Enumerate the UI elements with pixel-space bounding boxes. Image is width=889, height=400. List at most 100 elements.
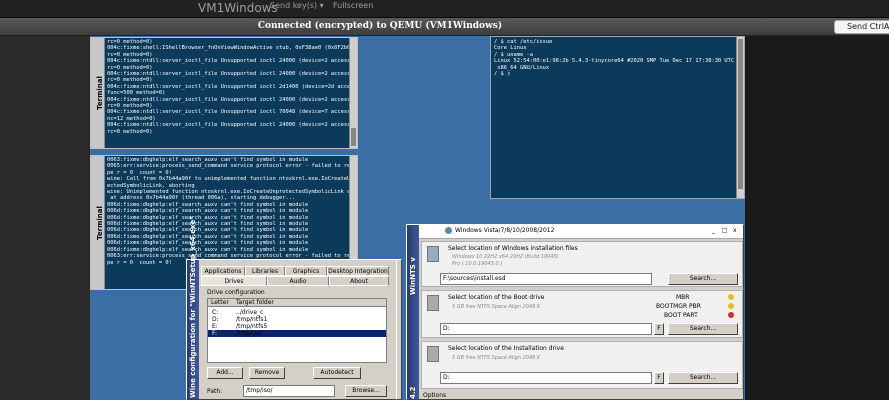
drive-row[interactable]: F: /tmp/iso/ xyxy=(208,330,386,337)
dialog-header-bar: Windows Vista/7/8/10/2008/2012 _ □ x xyxy=(419,225,743,239)
terminal-line: 004c:fixme:ntdll:server_ioctl_file Unsup… xyxy=(107,58,358,65)
install-files-build: Pro ( 10.0.19045.0 ) xyxy=(452,261,503,267)
navbar: VM1Windows Send key(s) ▾ Fullscreen xyxy=(0,0,889,18)
boot-drive-icon xyxy=(427,295,439,311)
installation-drive-format-button[interactable]: F xyxy=(654,372,664,384)
terminal-line: Linux 52:54:00:e1:98:2b 5.4.3-tinycore64… xyxy=(494,58,745,65)
drive-row[interactable]: D: /tmp/ntfs1 xyxy=(208,316,386,323)
chevron-down-icon: ▾ xyxy=(319,1,324,10)
install-files-label: Select location of Windows installation … xyxy=(448,245,578,252)
drive-target: /tmp/ntfs5 xyxy=(236,323,268,330)
close-button[interactable]: x xyxy=(733,227,737,234)
terminal-titlebar[interactable]: Terminal xyxy=(91,38,105,148)
installation-drive-info: 5 GB free NTFS Space Align 2048 K xyxy=(452,355,541,361)
path-label: Path: xyxy=(207,388,223,395)
drive-letter: C: xyxy=(212,309,219,316)
wine-config-titlebar[interactable]: Wine configuration for "WinNTSetup_x64.e… xyxy=(187,216,199,399)
brand-title[interactable]: VM1Windows xyxy=(198,0,278,16)
drive-config-label: Drive configuration xyxy=(207,289,265,296)
col-letter[interactable]: Letter xyxy=(211,299,229,306)
options-label: Options xyxy=(423,392,447,399)
bootpart-status-icon xyxy=(728,312,734,318)
boot-part-label: BOOT PART xyxy=(664,312,698,319)
tab-desktop-integration[interactable]: Desktop Integration xyxy=(327,266,389,276)
drive-row[interactable]: C: ../drive_c xyxy=(208,309,386,316)
winntsetup-version: 4.2 xyxy=(409,386,417,399)
send-keys-menu[interactable]: Send key(s) ▾ xyxy=(270,0,324,12)
boot-drive-search-button[interactable]: Search... xyxy=(668,323,738,335)
remote-desktop[interactable]: Terminal rc=0 method=0) 004c:fixme:shell:… xyxy=(90,36,889,400)
scrollbar-thumb[interactable] xyxy=(351,128,356,146)
terminal-line: 004c:fixme:ntdll:server_ioctl_file Unsup… xyxy=(107,109,358,116)
terminal-line: / $ ▯ xyxy=(494,71,511,78)
wine-config-edge xyxy=(396,259,402,400)
tab-libraries[interactable]: Libraries xyxy=(245,266,285,276)
mbr-label: MBR xyxy=(676,294,690,301)
wine-config-title: Wine configuration for "WinNTSetup_x64.e… xyxy=(189,216,197,398)
remove-drive-button[interactable]: Remove xyxy=(249,367,285,379)
fullscreen-link[interactable]: Fullscreen xyxy=(333,0,373,12)
boot-drive-info: 5 GB free NTFS Space Align 2048 K xyxy=(452,304,541,310)
install-disk-icon xyxy=(427,246,439,262)
maximize-button[interactable]: □ xyxy=(722,227,728,234)
drive-list[interactable]: Letter Target folder C: ../drive_c D: /tmp/… xyxy=(207,298,387,363)
install-files-input[interactable]: F:\sources\install.esd xyxy=(440,273,652,285)
drive-target: ../drive_c xyxy=(236,309,264,316)
installation-drive-icon xyxy=(427,346,439,362)
installation-drive-section: Select location of the Installation driv… xyxy=(421,341,743,389)
boot-drive-section: Select location of the Boot drive 5 GB f… xyxy=(421,290,743,338)
drive-letter: E: xyxy=(212,323,218,330)
boot-drive-input[interactable]: D: xyxy=(440,323,652,335)
terminal-line: wine: Call from 0x7b44a90f to unimplemen… xyxy=(107,176,358,183)
minimize-button[interactable]: _ xyxy=(712,227,715,234)
browse-button[interactable]: Browse... xyxy=(345,385,387,397)
autodetect-button[interactable]: Autodetect xyxy=(313,367,361,379)
connection-status-bar: Connected (encrypted) to QEMU (VM1Window… xyxy=(0,18,889,36)
windows-logo-icon xyxy=(445,227,452,234)
winntsetup-window[interactable]: WinNTS v 4.2 Windows Vista/7/8/10/2008/2… xyxy=(406,224,744,400)
mbr-status-icon xyxy=(728,294,734,300)
terminal-output: rc=0 method=0) 004c:fixme:shell:IShellBro… xyxy=(107,39,358,135)
bootmgr-status-icon xyxy=(728,303,734,309)
boot-drive-format-button[interactable]: F xyxy=(654,323,664,335)
terminal-line: rc=0 method=0) xyxy=(107,128,153,135)
add-drive-button[interactable]: Add... xyxy=(207,367,243,379)
terminal-line: 0065:err:service:process_send_command se… xyxy=(107,163,358,170)
path-input[interactable]: /tmp/iso/ xyxy=(243,385,335,397)
send-ctrl-alt-del-button[interactable]: Send CtrlAl xyxy=(834,20,889,34)
terminal-title: Terminal xyxy=(96,205,104,240)
terminal-titlebar[interactable]: Terminal xyxy=(91,156,105,289)
install-files-search-button[interactable]: Search... xyxy=(668,273,738,285)
drive-target: /tmp/iso/ xyxy=(236,330,263,337)
winntsetup-title-partial: WinNTS v xyxy=(409,257,417,295)
terminal-title: Terminal xyxy=(96,76,104,110)
drive-letter: F: xyxy=(212,330,218,337)
tab-applications[interactable]: Applications xyxy=(201,266,245,276)
terminal-window-1[interactable]: Terminal rc=0 method=0) 004c:fixme:shell:… xyxy=(90,37,358,149)
terminal-output: / $ cat /etc/issue Core Linux / $ uname -a… xyxy=(494,39,745,78)
send-keys-label: Send key(s) xyxy=(270,1,318,10)
col-target-folder[interactable]: Target folder xyxy=(236,299,274,306)
terminal-line: 004c:fixme:shell:IShellBrowser_fnOnViewW… xyxy=(107,45,354,52)
tab-drives[interactable]: Drives xyxy=(201,276,267,286)
dialog-header-title: Windows Vista/7/8/10/2008/2012 xyxy=(455,227,555,234)
bootmgr-pbr-label: BOOTMGR PBR xyxy=(656,303,701,310)
drive-target: /tmp/ntfs1 xyxy=(236,316,268,323)
terminal-window-3[interactable]: / $ cat /etc/issue Core Linux / $ uname -a… xyxy=(490,36,745,199)
installation-drive-label: Select location of the Installation driv… xyxy=(448,345,564,352)
terminal-scrollbar[interactable] xyxy=(736,37,744,198)
installation-drive-search-button[interactable]: Search... xyxy=(668,372,738,384)
install-files-edition: Windows 10 22H2 x64 20H2 (Build 19045) xyxy=(452,254,559,260)
terminal-scrollbar[interactable] xyxy=(349,38,357,148)
winntsetup-titlebar[interactable]: WinNTS v 4.2 xyxy=(407,225,419,399)
drive-letter: D: xyxy=(212,316,219,323)
installation-drive-input[interactable]: D: xyxy=(440,372,652,384)
screen-dark-area xyxy=(745,36,889,400)
drive-row[interactable]: E: /tmp/ntfs5 xyxy=(208,323,386,330)
wine-config-dialog[interactable]: Wine configuration for "WinNTSetup_x64.e… xyxy=(186,216,401,400)
tab-graphics[interactable]: Graphics xyxy=(285,266,327,276)
scrollbar-thumb[interactable] xyxy=(738,39,743,189)
tab-about[interactable]: About xyxy=(329,276,389,286)
install-files-section: Select location of Windows installation … xyxy=(421,241,743,287)
tab-audio[interactable]: Audio xyxy=(267,276,329,286)
